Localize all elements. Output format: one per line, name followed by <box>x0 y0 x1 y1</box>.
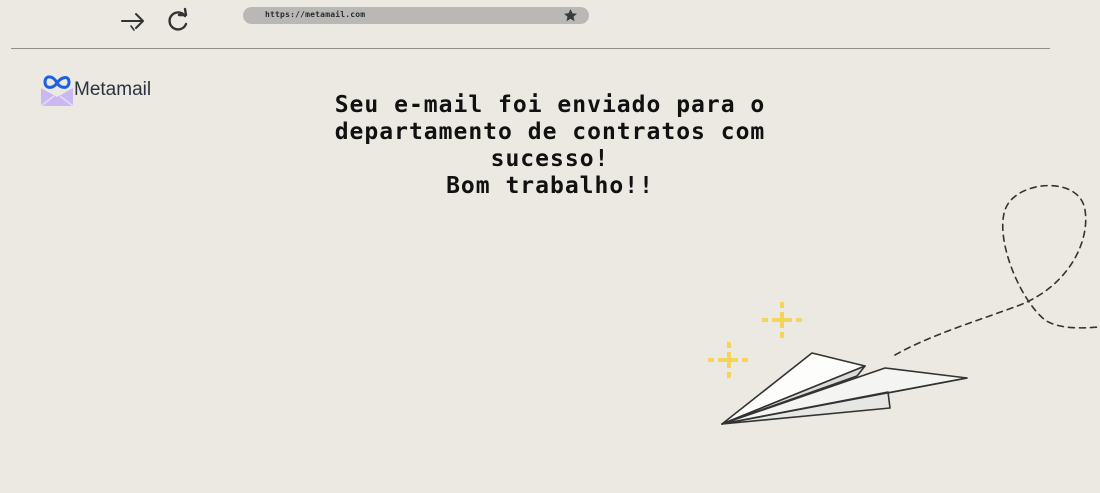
message-line-3: sucesso! <box>490 146 610 172</box>
plane-trail-path <box>894 184 1100 356</box>
paper-plane-icon <box>721 352 968 425</box>
meta-infinity-envelope-icon <box>40 75 74 107</box>
message-line-2: departamento de contratos com <box>334 119 766 145</box>
sparkle-icon <box>708 342 748 378</box>
toolbar-divider <box>11 48 1050 49</box>
forward-arrow-icon[interactable] <box>118 8 148 34</box>
brand-name: Metamail <box>74 79 152 100</box>
bookmark-star-icon[interactable] <box>563 8 578 23</box>
reload-icon[interactable] <box>164 7 192 35</box>
paper-plane-illustration <box>708 184 1100 425</box>
address-bar[interactable]: https://metamail.com <box>243 7 589 24</box>
message-line-1: Seu e-mail foi enviado para o <box>334 92 766 118</box>
sparkle-icon <box>762 302 802 338</box>
url-text[interactable]: https://metamail.com <box>265 9 365 21</box>
